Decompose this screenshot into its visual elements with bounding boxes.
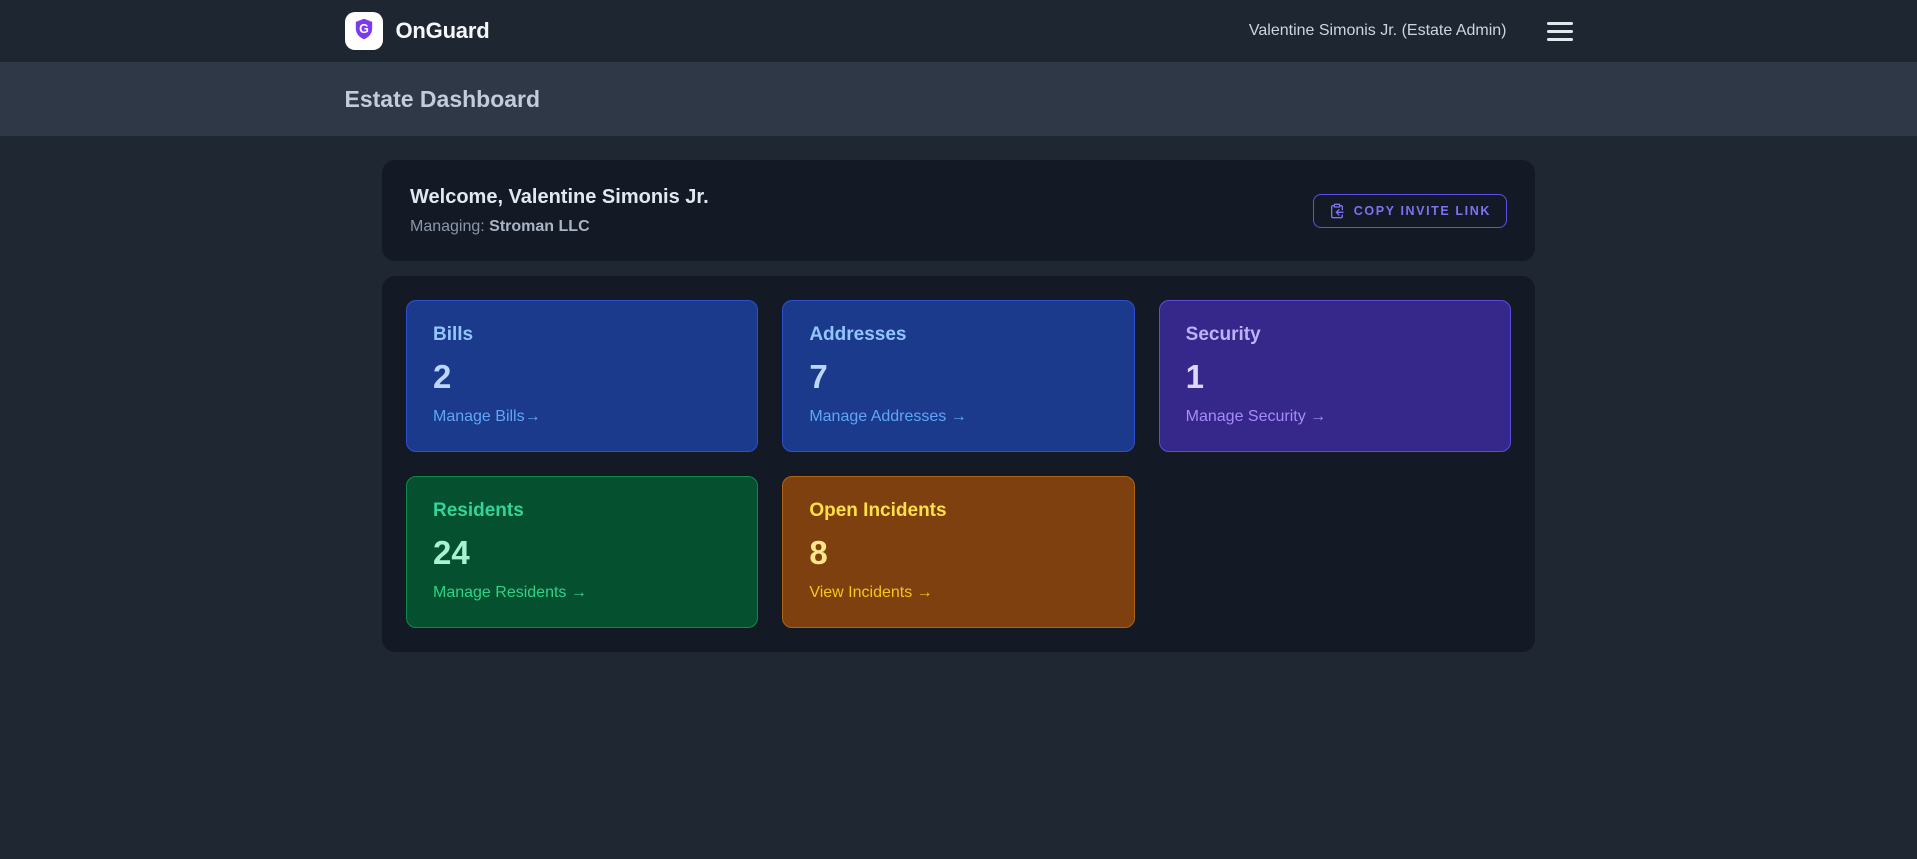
page-title: Estate Dashboard [344, 85, 541, 112]
stat-value: 24 [433, 534, 470, 571]
stat-value: 7 [809, 358, 828, 395]
stat-value: 2 [433, 358, 452, 395]
view-incidents-link[interactable]: View Incidents → [809, 584, 1107, 602]
hamburger-menu-icon[interactable] [1546, 18, 1573, 45]
stat-card-addresses: Addresses 7 Manage Addresses → [782, 300, 1135, 452]
welcome-panel: Welcome, Valentine Simonis Jr. Managing:… [382, 160, 1535, 261]
brand-name: OnGuard [395, 18, 490, 43]
stat-card-residents: Residents 24 Manage Residents → [406, 476, 759, 628]
copy-invite-link-label: COPY INVITE LINK [1353, 203, 1491, 218]
user-name-label: Valentine Simonis Jr. (Estate Admin) [1248, 22, 1507, 39]
onguard-logo: G [344, 12, 383, 50]
menu-bar [1546, 21, 1573, 25]
brand[interactable]: G OnGuard [344, 12, 490, 50]
shield-g-icon: G [352, 17, 376, 46]
stat-title: Security [1185, 324, 1261, 345]
page-header-inner: Estate Dashboard [345, 86, 1573, 113]
clipboard-copy-icon [1329, 203, 1345, 219]
stat-title: Residents [433, 500, 524, 521]
grid-empty-cell [1159, 476, 1511, 628]
navbar-right: Valentine Simonis Jr. (Estate Admin) [1249, 18, 1573, 45]
stat-title: Open Incidents [809, 500, 947, 521]
stats-panel: Bills 2 Manage Bills→ Addresses 7 Manage… [382, 276, 1535, 652]
svg-text:G: G [359, 22, 369, 36]
welcome-text-block: Welcome, Valentine Simonis Jr. Managing:… [410, 185, 709, 236]
stat-title: Bills [433, 324, 474, 345]
manage-residents-link[interactable]: Manage Residents → [433, 584, 731, 602]
manage-bills-link[interactable]: Manage Bills→ [433, 408, 731, 426]
stat-card-security: Security 1 Manage Security → [1158, 300, 1511, 452]
managing-line: Managing: Stroman LLC [410, 217, 709, 236]
stat-card-open-incidents: Open Incidents 8 View Incidents → [782, 476, 1135, 628]
menu-bar [1546, 37, 1573, 41]
welcome-greeting: Welcome, Valentine Simonis Jr. [410, 186, 709, 208]
navbar-inner: G OnGuard Valentine Simonis Jr. (Estate … [344, 12, 1573, 50]
managing-label: Managing: [410, 218, 485, 235]
stat-title: Addresses [809, 324, 907, 345]
copy-invite-link-button[interactable]: COPY INVITE LINK [1312, 193, 1507, 228]
manage-security-link[interactable]: Manage Security → [1186, 408, 1484, 426]
page-header-bar: Estate Dashboard [0, 62, 1917, 136]
manage-addresses-link[interactable]: Manage Addresses → [809, 408, 1107, 426]
stat-value: 8 [809, 534, 828, 571]
stat-value: 1 [1185, 358, 1205, 395]
main-content: Welcome, Valentine Simonis Jr. Managing:… [382, 160, 1535, 652]
stat-card-bills: Bills 2 Manage Bills→ [406, 300, 759, 452]
top-navbar: G OnGuard Valentine Simonis Jr. (Estate … [0, 0, 1917, 62]
managing-value: Stroman LLC [489, 218, 590, 235]
menu-bar [1546, 29, 1573, 33]
